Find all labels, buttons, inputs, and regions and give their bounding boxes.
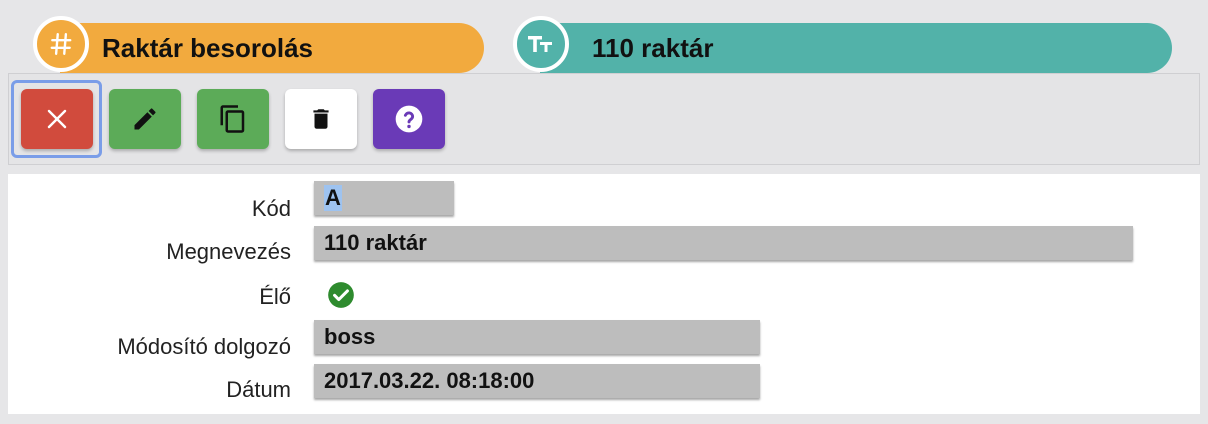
help-icon	[395, 105, 423, 133]
name-value: 110 raktár	[324, 230, 427, 255]
name-label: Megnevezés	[166, 239, 291, 264]
close-icon	[47, 109, 67, 129]
active-label: Élő	[259, 284, 291, 309]
edit-button[interactable]	[109, 89, 181, 149]
check-circle-icon[interactable]	[327, 281, 355, 309]
code-label: Kód	[251, 196, 291, 221]
date-label: Dátum	[226, 377, 291, 402]
modifier-field[interactable]: boss	[314, 320, 760, 354]
record-type-label: Raktár besorolás	[102, 32, 313, 63]
delete-button[interactable]	[285, 89, 357, 149]
code-value: A	[324, 185, 342, 211]
date-value: 2017.03.22. 08:18:00	[324, 368, 535, 393]
record-name-pill: 110 raktár	[540, 23, 1172, 73]
record-type-pill: Raktár besorolás	[60, 23, 484, 73]
record-name-label: 110 raktár	[592, 32, 714, 63]
name-field[interactable]: 110 raktár	[314, 226, 1133, 260]
copy-icon	[220, 105, 245, 133]
copy-button[interactable]	[197, 89, 269, 149]
toolbar	[8, 73, 1200, 165]
close-button[interactable]	[21, 89, 93, 149]
pencil-icon	[134, 108, 156, 130]
record-form: Kód A Megnevezés 110 raktár Élő Módosító…	[8, 174, 1200, 414]
date-field[interactable]: 2017.03.22. 08:18:00	[314, 364, 760, 398]
modifier-label: Módosító dolgozó	[117, 334, 291, 359]
hash-icon	[33, 16, 89, 72]
help-button[interactable]	[373, 89, 445, 149]
trash-icon	[313, 109, 329, 129]
text-type-icon	[513, 16, 569, 72]
modifier-value: boss	[324, 324, 376, 349]
code-field[interactable]: A	[314, 181, 454, 215]
